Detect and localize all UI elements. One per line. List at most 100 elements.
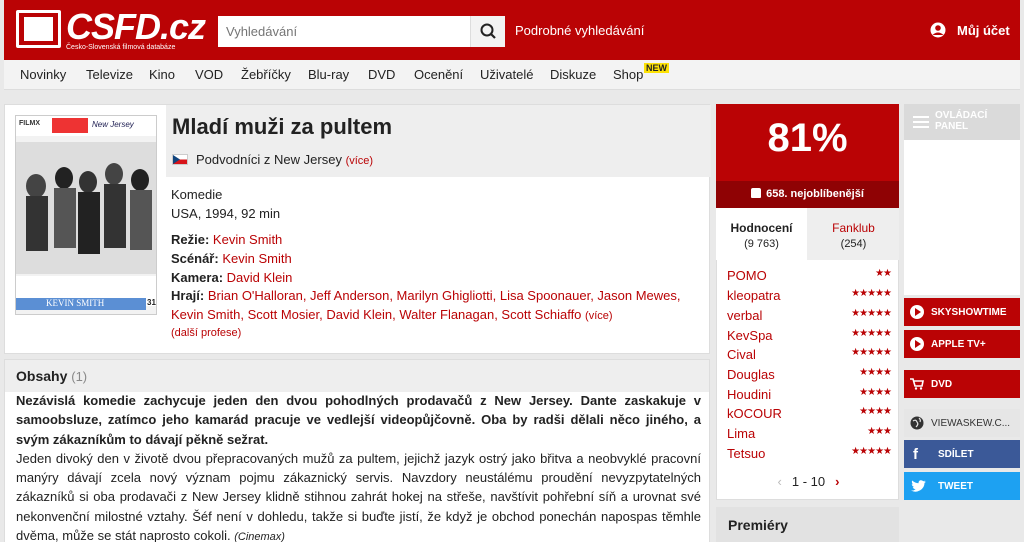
poster-image	[16, 116, 156, 314]
list-item[interactable]: Douglas ★★★★	[727, 367, 892, 385]
alt-title-more-link[interactable]: (více)	[346, 155, 374, 167]
search-button[interactable]	[470, 16, 505, 47]
cast-list-line2[interactable]: Kevin Smith, Scott Mosier, David Klein, …	[171, 307, 581, 322]
film-reel-icon	[16, 10, 61, 48]
camera-link[interactable]: David Klein	[227, 270, 293, 285]
stars-icon: ★★★★	[859, 387, 892, 398]
skyshowtime-button[interactable]: SKYSHOWTIME	[904, 298, 1020, 326]
nav-item-televize[interactable]: Televize	[86, 67, 133, 82]
nav-item-dvd[interactable]: DVD	[368, 67, 395, 82]
chevron-left-icon[interactable]: ‹	[778, 474, 782, 489]
thumbs-up-icon	[751, 188, 762, 198]
pager-label: 1 - 10	[791, 474, 826, 489]
ratings-list: POMO ★★ kleopatra ★★★★★ verbal ★★★★★ KevSpa…	[716, 260, 899, 500]
nav-item-zebricky[interactable]: Žebříčky	[241, 67, 291, 82]
play-icon	[910, 337, 924, 351]
nav-item-shop[interactable]: Shop	[613, 67, 643, 82]
writer-row: Scénář: Kevin Smith	[171, 251, 292, 266]
poster-top-right: New Jersey	[92, 120, 134, 129]
plot-panel: Obsahy (1) Nezávislá komedie zachycuje j…	[4, 359, 710, 542]
writer-link[interactable]: Kevin Smith	[222, 251, 291, 266]
main-nav: Novinky Televize Kino VOD Žebříčky Blu-r…	[4, 60, 1020, 90]
play-icon	[910, 305, 924, 319]
appletv-button[interactable]: APPLE TV+	[904, 330, 1020, 358]
nav-item-vod[interactable]: VOD	[195, 67, 223, 82]
nav-item-uzivatele[interactable]: Uživatelé	[480, 67, 533, 82]
more-professions-link[interactable]: (další profese)	[171, 327, 241, 339]
plot-body: Nezávislá komedie zachycuje jeden den dv…	[16, 391, 701, 542]
camera-row: Kamera: David Klein	[171, 270, 292, 285]
control-panel-button[interactable]: OVLÁDACÍ PANEL	[904, 104, 1020, 140]
stars-icon: ★★★★★	[851, 308, 892, 319]
tab-ratings[interactable]: Hodnocení (9 763)	[716, 208, 807, 260]
film-poster[interactable]: FILMX New Jersey KEVIN SMITH 31	[15, 115, 157, 315]
director-row: Režie: Kevin Smith	[171, 232, 282, 247]
film-origin: USA, 1994, 92 min	[171, 206, 281, 221]
film-genre: Komedie	[171, 187, 223, 202]
chevron-right-icon[interactable]: ›	[835, 474, 839, 489]
list-item[interactable]: Lima ★★★	[727, 426, 892, 444]
stars-icon: ★★★★	[859, 367, 892, 378]
nav-item-diskuze[interactable]: Diskuze	[550, 67, 596, 82]
csfd-logo[interactable]: CSFD.cz Česko-Slovenská filmová databáze	[16, 6, 206, 52]
premiery-title: Premiéry	[728, 517, 788, 533]
list-item[interactable]: Tetsuo ★★★★★	[727, 446, 892, 464]
nav-item-bluray[interactable]: Blu-ray	[308, 67, 349, 82]
facebook-icon: f	[913, 446, 918, 463]
new-badge: NEW	[644, 63, 669, 73]
facebook-share-button[interactable]: f SDÍLET	[904, 440, 1020, 468]
plot-text: Jeden divoký den v životě dvou přepracov…	[16, 450, 701, 542]
rating-rank[interactable]: 658. nejoblíbenější	[716, 181, 899, 208]
stars-icon: ★★	[875, 268, 892, 279]
list-item[interactable]: Cival ★★★★★	[727, 347, 892, 365]
poster-top-left: FILMX	[19, 120, 40, 127]
director-link[interactable]: Kevin Smith	[213, 232, 282, 247]
cast-list-line1[interactable]: Brian O'Halloran, Jeff Anderson, Marilyn…	[208, 288, 681, 303]
ratings-pager: ‹ 1 - 10 ›	[717, 474, 900, 489]
dvd-button[interactable]: DVD	[904, 370, 1020, 398]
search-input[interactable]	[218, 16, 469, 47]
stars-icon: ★★★	[867, 426, 892, 437]
list-item[interactable]: POMO ★★	[727, 268, 892, 286]
list-item[interactable]: kOCOUR ★★★★	[727, 406, 892, 424]
list-item[interactable]: kleopatra ★★★★★	[727, 288, 892, 306]
film-info-panel: FILMX New Jersey KEVIN SMITH 31 Mladí mu…	[4, 104, 711, 354]
list-item[interactable]: verbal ★★★★★	[727, 308, 892, 326]
stars-icon: ★★★★★	[851, 328, 892, 339]
twitter-tweet-button[interactable]: TWEET	[904, 472, 1020, 500]
nav-item-oceneni[interactable]: Ocenění	[414, 67, 463, 82]
plot-source: (Cinemax)	[234, 531, 285, 542]
cast-row-2: Kevin Smith, Scott Mosier, David Klein, …	[171, 307, 613, 322]
menu-icon	[913, 116, 929, 128]
search-box	[218, 16, 505, 47]
cast-more-link[interactable]: (více)	[585, 310, 613, 322]
poster-number: 31	[147, 298, 156, 307]
list-item[interactable]: KevSpa ★★★★★	[727, 328, 892, 346]
alt-title-text: Podvodníci z New Jersey	[196, 152, 342, 167]
viewaskew-link[interactable]: VIEWASKEW.C...	[904, 409, 1020, 437]
nav-item-kino[interactable]: Kino	[149, 67, 175, 82]
advanced-search-link[interactable]: Podrobné vyhledávání	[515, 23, 644, 38]
plot-title: Obsahy (1)	[16, 368, 88, 384]
director-label: Režie:	[171, 232, 210, 247]
account-button[interactable]: Můj účet	[929, 22, 1010, 38]
header: CSFD.cz Česko-Slovenská filmová databáze…	[4, 0, 1020, 60]
account-label: Můj účet	[957, 23, 1010, 38]
tab-fanclub[interactable]: Fanklub (254)	[808, 208, 899, 260]
stars-icon: ★★★★★	[851, 347, 892, 358]
title-band: Mladí muži za pultem Podvodníci z New Je…	[166, 105, 711, 177]
rating-box: 81% 658. nejoblíbenější	[716, 104, 899, 208]
premiery-section[interactable]: Premiéry	[716, 507, 899, 542]
twitter-icon	[911, 480, 926, 492]
alt-title: Podvodníci z New Jersey (více)	[172, 152, 373, 167]
plot-summary: Nezávislá komedie zachycuje jeden den dv…	[16, 393, 701, 447]
camera-label: Kamera:	[171, 270, 224, 285]
globe-icon	[910, 416, 924, 430]
control-panel-area	[904, 140, 1020, 295]
stars-icon: ★★★★★	[851, 288, 892, 299]
logo-text: CSFD.cz	[66, 6, 206, 47]
list-item[interactable]: Houdini ★★★★	[727, 387, 892, 405]
rating-tabs: Hodnocení (9 763) Fanklub (254)	[716, 208, 899, 260]
plot-header: Obsahy (1)	[5, 360, 709, 392]
nav-item-novinky[interactable]: Novinky	[20, 67, 66, 82]
